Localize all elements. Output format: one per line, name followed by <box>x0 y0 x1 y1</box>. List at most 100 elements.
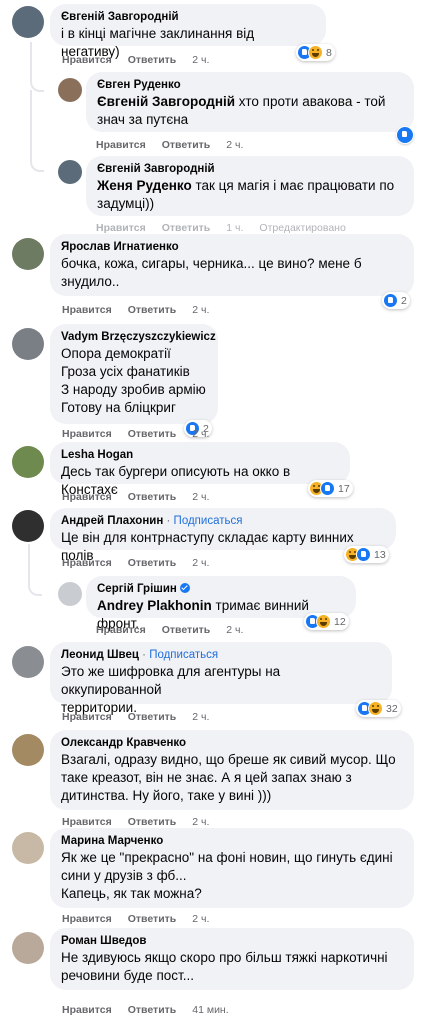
avatar[interactable] <box>58 78 82 102</box>
like-button[interactable]: Нравится <box>62 491 112 503</box>
comment-time[interactable]: 2 ч. <box>192 557 209 569</box>
like-button[interactable]: Нравится <box>96 139 146 151</box>
avatar[interactable] <box>12 734 44 766</box>
reaction-summary[interactable]: 2 <box>382 292 410 309</box>
comment-actions: Нравится Ответить 2 ч. <box>62 428 225 441</box>
like-button[interactable]: Нравится <box>62 1004 112 1016</box>
reply-button[interactable]: Ответить <box>162 624 211 636</box>
comment-bubble: Олександр Кравченко Взагалі, одразу видн… <box>50 730 414 810</box>
comment-author[interactable]: Євген Руденко <box>97 78 403 93</box>
comment-bubble: Ярослав Игнатиенко бочка, кожа, сигары, … <box>50 234 414 296</box>
comment-time[interactable]: 2 ч. <box>192 54 209 66</box>
like-icon <box>320 481 335 496</box>
reply-button[interactable]: Ответить <box>162 222 211 234</box>
like-button[interactable]: Нравится <box>62 54 112 66</box>
comment-author[interactable]: Vadym Brzęczyszczykiewicz <box>61 330 216 345</box>
reply-button[interactable]: Ответить <box>128 816 177 828</box>
mention-link[interactable]: Andrey Plakhonin <box>97 598 212 613</box>
reply-button[interactable]: Ответить <box>128 491 177 503</box>
reply-button[interactable]: Ответить <box>128 913 177 925</box>
comment-time[interactable]: 1 ч. <box>226 222 243 234</box>
reaction-count: 13 <box>374 548 386 561</box>
comment-author[interactable]: Сергій Грішин <box>97 582 345 597</box>
comment-time[interactable]: 2 ч. <box>192 711 209 723</box>
comment-bubble: Vadym Brzęczyszczykiewicz Опора демократ… <box>50 324 218 424</box>
verified-icon <box>180 583 191 593</box>
mention-link[interactable]: Женя Руденко <box>97 178 192 193</box>
like-button[interactable]: Нравится <box>62 816 112 828</box>
comment-text: Євгеній Завгородній хто проти авакова - … <box>97 94 386 127</box>
comment-author[interactable]: Роман Шведов <box>61 934 403 949</box>
like-icon[interactable] <box>396 126 414 144</box>
comment-author[interactable]: Леонид Швец · Подписаться <box>61 648 381 663</box>
comment-author[interactable]: Ярослав Игнатиенко <box>61 240 403 255</box>
comment-time[interactable]: 2 ч. <box>192 491 209 503</box>
reply-button[interactable]: Ответить <box>128 428 177 440</box>
comment-author[interactable]: Lesha Hogan <box>61 448 339 463</box>
comment-actions: Нравится Ответить 2 ч. <box>96 624 259 637</box>
follow-link[interactable]: Подписаться <box>174 515 243 527</box>
reply-button[interactable]: Ответить <box>128 711 177 723</box>
comment-time[interactable]: 41 мин. <box>192 1004 228 1016</box>
comment-actions: Нравится Ответить 2 ч. <box>62 491 225 504</box>
avatar[interactable] <box>12 446 44 478</box>
comment-actions: Нравится Ответить 2 ч. <box>62 304 225 317</box>
comment-bubble: Роман Шведов Не здивуюсь якщо скоро про … <box>50 928 414 990</box>
reaction-summary[interactable]: 8 <box>296 44 335 61</box>
reply-button[interactable]: Ответить <box>128 54 177 66</box>
like-button[interactable]: Нравится <box>62 913 112 925</box>
comment-time[interactable]: 2 ч. <box>192 913 209 925</box>
like-button[interactable]: Нравится <box>62 304 112 316</box>
comment-bubble: Андрей Плахонин · Подписаться Це він для… <box>50 508 396 563</box>
comment-time[interactable]: 2 ч. <box>226 624 243 636</box>
comment-bubble: Євгеній Завгородній Женя Руденко так ця … <box>86 156 414 216</box>
comment-time[interactable]: 2 ч. <box>192 304 209 316</box>
comment-author[interactable]: Євгеній Завгородній <box>97 162 403 177</box>
comment-text: Взагалі, одразу видно, що бреше як сивий… <box>61 752 396 803</box>
reaction-count: 17 <box>338 482 350 495</box>
comment-text: Женя Руденко так ця магія і має працюват… <box>97 178 395 211</box>
reply-button[interactable]: Ответить <box>128 304 177 316</box>
avatar[interactable] <box>12 832 44 864</box>
comment-bubble: Євген Руденко Євгеній Завгородній хто пр… <box>86 72 414 132</box>
reply-button[interactable]: Ответить <box>128 557 177 569</box>
like-button[interactable]: Нравится <box>96 624 146 636</box>
avatar[interactable] <box>12 932 44 964</box>
haha-icon <box>368 701 383 716</box>
avatar[interactable] <box>12 238 44 270</box>
comment-author[interactable]: Марина Марченко <box>61 834 403 849</box>
avatar[interactable] <box>12 510 44 542</box>
haha-icon <box>316 614 331 629</box>
avatar[interactable] <box>58 160 82 184</box>
comment-text: Не здивуюсь якщо скоро про більш тяжкі н… <box>61 950 388 983</box>
comment-author[interactable]: Євгеній Завгородній <box>61 10 315 25</box>
comment-bubble: Леонид Швец · Подписаться Это же шифровк… <box>50 642 392 715</box>
reaction-summary[interactable]: 17 <box>308 480 353 497</box>
like-button[interactable]: Нравится <box>62 711 112 723</box>
comment-author[interactable]: Олександр Кравченко <box>61 736 403 751</box>
reply-button[interactable]: Ответить <box>162 139 211 151</box>
reaction-summary[interactable]: 12 <box>304 613 349 630</box>
reply-thread-line <box>28 544 42 596</box>
follow-link[interactable]: Подписаться <box>149 649 218 661</box>
reaction-summary[interactable]: 13 <box>344 546 389 563</box>
comment-time[interactable]: 2 ч. <box>226 139 243 151</box>
comment-time[interactable]: 2 ч. <box>192 428 209 440</box>
like-button[interactable]: Нравится <box>62 557 112 569</box>
reaction-count: 2 <box>401 294 407 307</box>
avatar[interactable] <box>12 328 44 360</box>
comment-time[interactable]: 2 ч. <box>192 816 209 828</box>
mention-link[interactable]: Євгеній Завгородній <box>97 94 235 109</box>
avatar[interactable] <box>58 582 82 606</box>
comment-author[interactable]: Андрей Плахонин · Подписаться <box>61 514 385 529</box>
reply-button[interactable]: Ответить <box>128 1004 177 1016</box>
avatar[interactable] <box>12 6 44 38</box>
comment-actions: Нравится Ответить 2 ч. <box>62 913 225 926</box>
comment-actions: Нравится Ответить 2 ч. <box>62 54 225 67</box>
reaction-summary[interactable]: 32 <box>356 700 401 717</box>
comment-bubble: Сергій Грішин Andrey Plakhonin тримає ви… <box>86 576 356 631</box>
like-button[interactable]: Нравится <box>62 428 112 440</box>
avatar[interactable] <box>12 646 44 678</box>
comment-bubble: Марина Марченко Як же це "прекрасно" на … <box>50 828 414 908</box>
like-button[interactable]: Нравится <box>96 222 146 234</box>
